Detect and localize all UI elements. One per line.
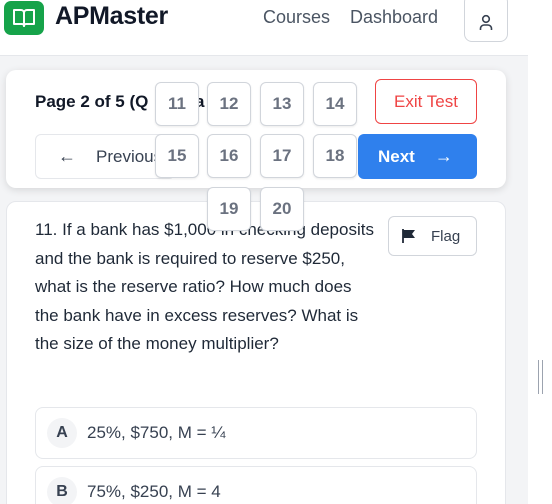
question-number-button[interactable]: 12: [207, 82, 251, 126]
flag-button[interactable]: Flag: [388, 216, 477, 256]
scrollbar-grip[interactable]: [538, 360, 543, 394]
question-number-button[interactable]: 20: [260, 187, 304, 231]
previous-label: Previous: [96, 146, 163, 166]
previous-button[interactable]: ← Previous: [35, 134, 175, 179]
next-button[interactable]: Next →: [358, 134, 477, 179]
question-number-button[interactable]: 19: [207, 187, 251, 231]
question-number-button[interactable]: 17: [260, 134, 304, 178]
next-label: Next: [378, 146, 415, 166]
scrollbar-track[interactable]: [528, 0, 552, 504]
nav-courses-link[interactable]: Courses: [263, 7, 330, 28]
question-number-button[interactable]: 13: [260, 82, 304, 126]
answer-choice-a[interactable]: A 25%, $750, M = ¼: [35, 407, 477, 459]
question-text: 11. If a bank has $1,000 in checking dep…: [35, 220, 374, 353]
question-number-button[interactable]: 16: [207, 134, 251, 178]
arrow-left-icon: ←: [58, 146, 76, 166]
user-menu-button[interactable]: [464, 0, 508, 42]
answer-choice-b[interactable]: B 75%, $250, M = 4: [35, 466, 477, 504]
question-number-button[interactable]: 11: [155, 82, 199, 126]
brand-name[interactable]: APMaster: [55, 2, 168, 31]
flag-icon: [402, 229, 415, 243]
question-number-button[interactable]: 14: [313, 82, 357, 126]
nav-dashboard-link[interactable]: Dashboard: [350, 7, 438, 28]
exit-test-button[interactable]: Exit Test: [375, 79, 477, 124]
flag-label: Flag: [431, 227, 461, 245]
choice-text: 75%, $250, M = 4: [87, 482, 221, 501]
open-book-icon: [13, 9, 35, 27]
choice-letter: A: [47, 418, 77, 448]
user-icon: [479, 14, 493, 30]
logo[interactable]: [4, 1, 44, 35]
choice-letter: B: [47, 477, 77, 504]
question-number-button[interactable]: 15: [155, 134, 199, 178]
choice-text: 25%, $750, M = ¼: [87, 423, 226, 442]
question-number-button[interactable]: 18: [313, 134, 357, 178]
arrow-right-icon: →: [434, 146, 453, 166]
